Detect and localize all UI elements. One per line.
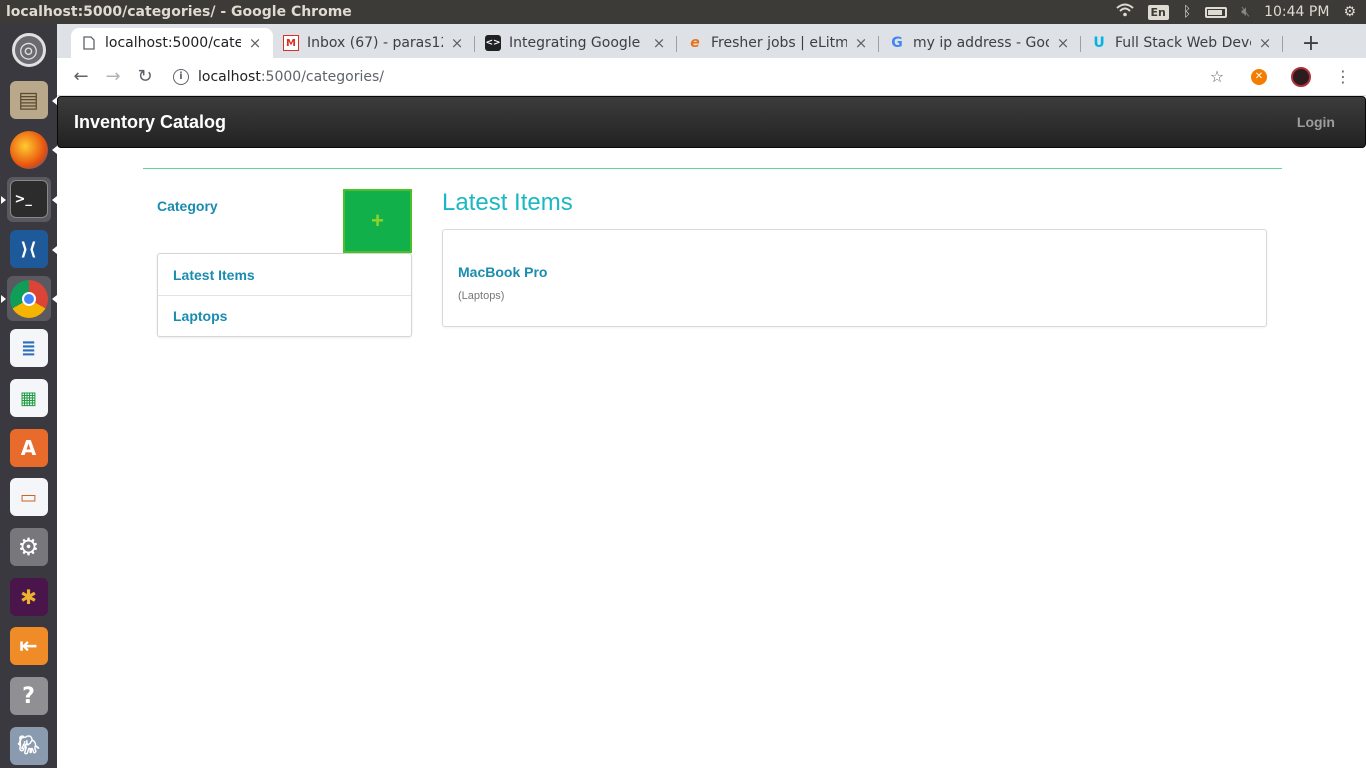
- battery-icon[interactable]: [1205, 6, 1228, 18]
- tab-label: Inbox (67) - paras123: [307, 35, 443, 51]
- page-title: Latest Items: [442, 189, 573, 216]
- category-item-latest-items[interactable]: Latest Items: [158, 254, 411, 295]
- tab-google-signin[interactable]: <> Integrating Google Sign-In ×: [475, 28, 677, 58]
- tab-categories[interactable]: localhost:5000/categories/ ×: [71, 28, 273, 58]
- window-title: localhost:5000/categories/ - Google Chro…: [6, 4, 352, 20]
- google-dev-icon: <>: [485, 35, 501, 51]
- main-content: Latest Items MacBook Pro (Laptops): [442, 188, 1267, 327]
- web-page: Inventory Catalog Login Category + Lates…: [57, 96, 1366, 768]
- system-settings-icon[interactable]: ⚙: [7, 525, 51, 570]
- add-category-button[interactable]: +: [343, 189, 412, 253]
- url-host: localhost: [198, 68, 261, 85]
- bookmark-star-icon[interactable]: ☆: [1202, 62, 1232, 92]
- tab-gmail[interactable]: M Inbox (67) - paras123 ×: [273, 28, 475, 58]
- close-icon[interactable]: ×: [853, 34, 869, 52]
- item-name-link[interactable]: MacBook Pro: [458, 264, 1251, 280]
- ubuntu-dash-icon[interactable]: ◎: [7, 28, 51, 73]
- site-navbar: Inventory Catalog Login: [57, 96, 1366, 148]
- item-category-label: (Laptops): [458, 290, 505, 302]
- menu-kebab-icon[interactable]: ⋮: [1328, 62, 1358, 92]
- tab-label: localhost:5000/categories/: [105, 35, 241, 51]
- volume-muted-icon[interactable]: 🔇︎: [1241, 4, 1250, 20]
- reload-icon[interactable]: ↻: [129, 62, 161, 92]
- back-arrow-icon[interactable]: ⇤: [7, 624, 51, 669]
- category-item-laptops[interactable]: Laptops: [158, 295, 411, 336]
- tab-label: Full Stack Web Developer: [1115, 35, 1251, 51]
- chrome-icon[interactable]: [0, 276, 57, 322]
- top-panel: localhost:5000/categories/ - Google Chro…: [0, 0, 1366, 24]
- category-heading: Category: [157, 198, 218, 214]
- tab-label: Fresher jobs | eLitmus: [711, 35, 847, 51]
- tab-udacity[interactable]: U Full Stack Web Developer ×: [1081, 28, 1283, 58]
- tab-elitmus[interactable]: e Fresher jobs | eLitmus ×: [677, 28, 879, 58]
- terminal-icon[interactable]: >_: [0, 177, 57, 222]
- vscode-icon[interactable]: ⟩⟨: [7, 227, 57, 272]
- keyboard-layout-indicator[interactable]: En: [1147, 4, 1169, 20]
- files-icon[interactable]: ▤: [7, 78, 57, 123]
- tab-strip: localhost:5000/categories/ × M Inbox (67…: [57, 24, 1366, 58]
- back-icon[interactable]: ←: [65, 62, 97, 92]
- close-icon[interactable]: ×: [449, 34, 465, 52]
- tab-label: Integrating Google Sign-In: [509, 35, 645, 51]
- calc-icon[interactable]: ▦: [7, 376, 51, 421]
- forward-icon[interactable]: →: [97, 62, 129, 92]
- udacity-icon: U: [1093, 35, 1105, 51]
- address-bar[interactable]: i localhost:5000/categories/: [173, 62, 1190, 92]
- wifi-icon[interactable]: [1115, 3, 1134, 21]
- url-path: :5000/categories/: [260, 68, 385, 85]
- new-tab-button[interactable]: +: [1297, 28, 1325, 58]
- login-link[interactable]: Login: [1297, 114, 1335, 130]
- item-card: MacBook Pro (Laptops): [442, 229, 1267, 327]
- elitmus-icon: e: [690, 35, 700, 51]
- launcher: ◎ ▤ >_ ⟩⟨ ≣ ▦ A ▭ ⚙ ✱ ⇤ ? 🐘︎: [0, 24, 57, 768]
- tab-label: my ip address - Google Search: [913, 35, 1049, 51]
- system-tray: En ᛒ 🔇︎ 10:44 PM ⚙: [1115, 3, 1366, 21]
- browser-toolbar: ← → ↻ i localhost:5000/categories/ ☆ ✕ ⋮: [57, 58, 1366, 96]
- gear-icon[interactable]: ⚙: [1343, 4, 1356, 20]
- site-info-icon[interactable]: i: [173, 68, 189, 85]
- firefox-icon[interactable]: [7, 127, 57, 172]
- page-icon: [81, 35, 97, 51]
- impress-icon[interactable]: ▭: [7, 475, 51, 520]
- google-icon: G: [891, 35, 903, 51]
- writer-icon[interactable]: ≣: [7, 326, 51, 371]
- category-list: Latest Items Laptops: [157, 253, 412, 337]
- profile-avatar-icon[interactable]: [1286, 62, 1316, 92]
- header-divider: [143, 168, 1282, 169]
- tab-ip-search[interactable]: G my ip address - Google Search ×: [879, 28, 1081, 58]
- pgadmin-icon[interactable]: 🐘︎: [7, 723, 51, 768]
- help-icon[interactable]: ?: [7, 674, 51, 719]
- close-icon[interactable]: ×: [1257, 34, 1273, 52]
- clock[interactable]: 10:44 PM: [1264, 4, 1329, 20]
- close-icon[interactable]: ×: [651, 34, 667, 52]
- browser-chrome: localhost:5000/categories/ × M Inbox (67…: [57, 24, 1366, 96]
- gmail-icon: M: [283, 35, 299, 51]
- software-center-icon[interactable]: A: [7, 425, 51, 470]
- close-icon[interactable]: ×: [1055, 34, 1071, 52]
- slack-icon[interactable]: ✱: [7, 574, 51, 619]
- close-icon[interactable]: ×: [247, 34, 263, 52]
- extension-icon[interactable]: ✕: [1244, 62, 1274, 92]
- bluetooth-icon[interactable]: ᛒ: [1183, 4, 1191, 20]
- brand-link[interactable]: Inventory Catalog: [74, 112, 226, 133]
